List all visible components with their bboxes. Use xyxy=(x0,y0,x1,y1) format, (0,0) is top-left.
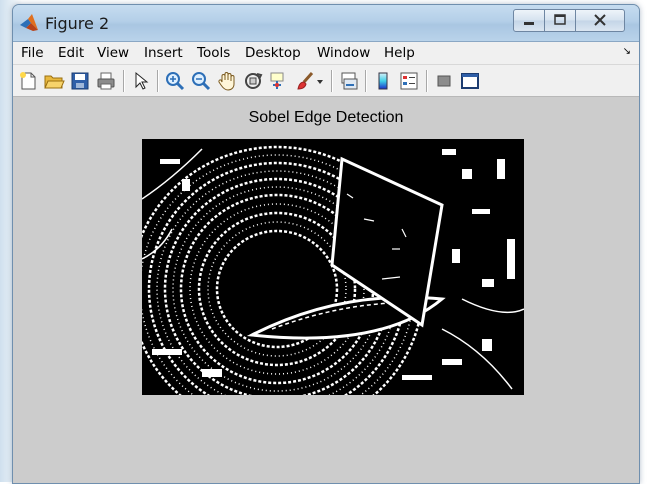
figure-window: Figure 2 File Edit View Insert Tools Des… xyxy=(12,4,640,484)
hide-plot-tools-icon[interactable] xyxy=(433,70,455,92)
menu-help[interactable]: Help xyxy=(384,45,415,61)
link-plot-icon[interactable] xyxy=(338,70,360,92)
menu-tools[interactable]: Tools xyxy=(197,45,230,61)
close-icon xyxy=(594,14,606,26)
menu-bar: File Edit View Insert Tools Desktop Wind… xyxy=(13,42,639,65)
brush-icon[interactable] xyxy=(294,70,316,92)
toolbar-separator xyxy=(157,70,159,92)
new-figure-icon[interactable] xyxy=(17,70,39,92)
print-icon[interactable] xyxy=(95,70,117,92)
open-file-icon[interactable] xyxy=(43,70,65,92)
rotate-3d-icon[interactable] xyxy=(242,70,264,92)
close-button[interactable] xyxy=(575,9,625,32)
maximize-button[interactable] xyxy=(544,9,576,32)
toolbar-separator xyxy=(426,70,428,92)
axes[interactable] xyxy=(142,139,524,395)
minimize-button[interactable] xyxy=(513,9,545,32)
brush-dropdown-icon[interactable] xyxy=(315,70,325,92)
menu-file[interactable]: File xyxy=(21,45,44,61)
maximize-icon xyxy=(554,14,566,25)
figure-toolbar xyxy=(13,65,639,97)
menu-insert[interactable]: Insert xyxy=(144,45,183,61)
show-plot-tools-icon[interactable] xyxy=(459,70,481,92)
edge-map-image xyxy=(142,139,524,395)
menu-window[interactable]: Window xyxy=(317,45,370,61)
title-bar[interactable]: Figure 2 xyxy=(13,5,639,42)
matlab-icon xyxy=(19,13,39,33)
insert-colorbar-icon[interactable] xyxy=(372,70,394,92)
menu-view[interactable]: View xyxy=(97,45,129,61)
toolbar-separator xyxy=(365,70,367,92)
zoom-out-icon[interactable] xyxy=(190,70,212,92)
menu-edit[interactable]: Edit xyxy=(58,45,84,61)
menu-desktop[interactable]: Desktop xyxy=(245,45,301,61)
minimize-icon xyxy=(524,22,534,25)
toolbar-separator xyxy=(123,70,125,92)
zoom-in-icon[interactable] xyxy=(164,70,186,92)
edit-plot-icon[interactable] xyxy=(130,70,152,92)
toolbar-separator xyxy=(331,70,333,92)
pan-icon[interactable] xyxy=(216,70,238,92)
figure-canvas[interactable]: Sobel Edge Detection xyxy=(13,97,639,483)
data-cursor-icon[interactable] xyxy=(268,70,290,92)
plot-title: Sobel Edge Detection xyxy=(248,109,404,126)
insert-legend-icon[interactable] xyxy=(398,70,420,92)
save-icon[interactable] xyxy=(69,70,91,92)
window-title: Figure 2 xyxy=(45,14,110,33)
chevron-right-icon[interactable]: ↘ xyxy=(623,46,631,57)
